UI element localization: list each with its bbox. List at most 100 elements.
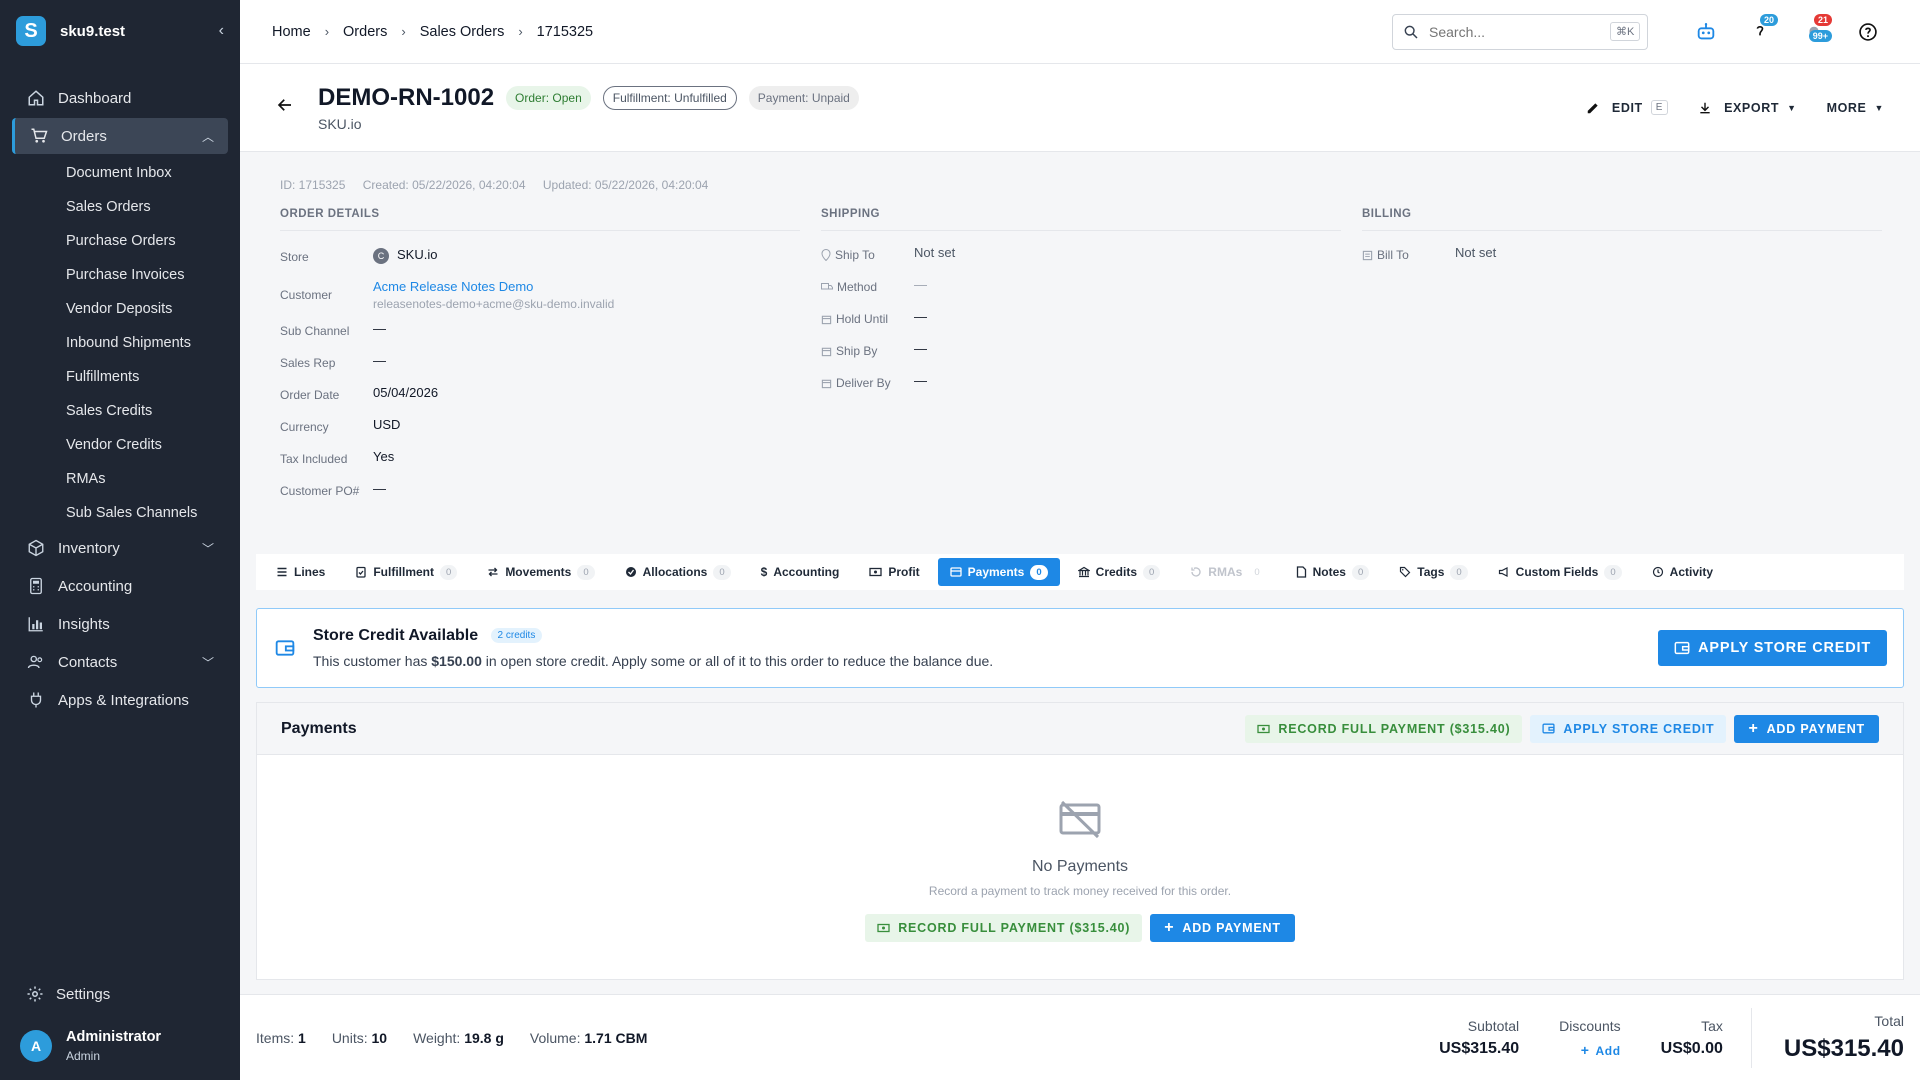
chevron-right-icon: › [324,24,330,39]
subnav-vendor-credits[interactable]: Vendor Credits [0,428,240,462]
chevron-up-icon: ︿ [201,129,214,144]
tab-rmas[interactable]: RMAs 0 [1178,558,1277,586]
breadcrumb-orders[interactable]: Orders [343,24,387,40]
tab-allocations[interactable]: Allocations 0 [613,558,743,586]
subnav-sales-orders[interactable]: Sales Orders [0,190,240,224]
order-date-row: Order Date 05/04/2026 [280,385,800,407]
subnav-rmas[interactable]: RMAs [0,462,240,496]
subnav-fulfillments[interactable]: Fulfillments [0,360,240,394]
tab-count: 0 [1030,564,1048,580]
no-card-icon [1058,799,1102,839]
subnav-document-inbox[interactable]: Document Inbox [0,156,240,190]
sidebar-item-accounting[interactable]: Accounting [0,568,240,604]
back-arrow-icon[interactable] [276,96,294,119]
order-meta: ID: 1715325 Created: 05/22/2026, 04:20:0… [280,178,1880,192]
subnav-sub-sales-channels[interactable]: Sub Sales Channels [0,496,240,530]
subnav-purchase-orders[interactable]: Purchase Orders [0,224,240,258]
empty-record-full-payment-button[interactable]: RECORD FULL PAYMENT ($315.40) [865,914,1143,942]
tab-activity[interactable]: Activity [1640,558,1725,586]
order-updated: Updated: 05/22/2026, 04:20:04 [542,178,709,192]
main-content: DEMO-RN-1002 Order: Open Fulfillment: Un… [240,64,1920,994]
customer-link[interactable]: Acme Release Notes Demo [373,279,614,294]
tab-movements[interactable]: Movements 0 [475,558,606,586]
record-full-payment-button[interactable]: RECORD FULL PAYMENT ($315.40) [1245,714,1523,743]
items-stat: Items: 1 [256,1030,306,1046]
ship-by-row: Ship By — [821,341,1341,363]
empty-add-payment-label: ADD PAYMENT [1182,921,1281,935]
updates-badge: 20 [1759,13,1778,26]
tab-count: 0 [1351,564,1370,580]
tab-accounting[interactable]: $ Accounting [749,558,852,586]
subtotal-label: Subtotal [1467,1017,1520,1034]
sidebar-item-insights[interactable]: Insights [0,606,240,642]
deliver-by-label-wrap: Deliver By [821,373,914,390]
workspace-name[interactable]: sku9.test [60,23,219,40]
plus-icon: + [1748,719,1759,737]
add-discount-button[interactable]: + Add [1559,1042,1620,1058]
breadcrumb-current: 1715325 [536,23,594,40]
sidebar: S sku9.test ‹ Dashboard Orders ︿ Documen… [0,0,240,1080]
method-label-wrap: Method [821,277,914,294]
avatar: A [20,1030,52,1062]
edit-button[interactable]: EDIT E [1586,100,1669,115]
tab-lines[interactable]: Lines [264,558,337,586]
collapse-sidebar-icon[interactable]: ‹ [219,22,224,40]
customer-po-label: Customer PO# [280,484,360,498]
truck-icon [821,282,833,292]
subnav-vendor-deposits[interactable]: Vendor Deposits [0,292,240,326]
tax-value: US$0.00 [1660,1039,1723,1057]
tab-profit[interactable]: Profit [857,558,931,586]
tab-tags[interactable]: Tags 0 [1387,558,1479,586]
help-button[interactable] [1848,12,1888,52]
tab-label: Profit [888,565,920,579]
sidebar-item-settings[interactable]: Settings [0,974,240,1014]
sidebar-item-inventory[interactable]: Inventory ﹀ [0,530,240,566]
tab-payments[interactable]: Payments 0 [937,558,1060,586]
cash-icon [869,566,882,578]
sub-channel-value: — [373,321,386,336]
tab-notes[interactable]: Notes 0 [1284,558,1382,586]
volume-label: Volume: [529,1029,581,1046]
home-icon [26,88,46,108]
ship-to-label: Ship To [835,248,875,262]
ship-to-label-wrap: Ship To [821,245,914,262]
assistant-bot-button[interactable] [1686,12,1726,52]
tab-custom-fields[interactable]: Custom Fields 0 [1486,558,1634,586]
pencil-icon [1586,101,1606,115]
app-logo: S [16,16,46,46]
robot-icon [1695,21,1717,43]
tab-credits[interactable]: Credits 0 [1066,558,1173,586]
hold-until-label: Hold Until [836,312,889,326]
subnav-purchase-invoices[interactable]: Purchase Invoices [0,258,240,292]
breadcrumb-home[interactable]: Home [272,24,311,40]
sidebar-item-orders[interactable]: Orders ︿ [12,118,228,154]
clipboard-check-icon [355,566,367,578]
subnav-sales-credits[interactable]: Sales Credits [0,394,240,428]
updates-button[interactable]: 20 [1740,12,1780,52]
search-box[interactable]: ⌘K [1392,13,1648,50]
search-input[interactable] [1429,23,1610,40]
order-date-label: Order Date [280,388,340,402]
notifications-button[interactable]: 21 99+ [1794,12,1834,52]
user-menu[interactable]: A Administrator Admin [0,1014,240,1080]
tab-fulfillment[interactable]: Fulfillment 0 [343,558,469,586]
sidebar-item-contacts[interactable]: Contacts ﹀ [0,644,240,680]
plus-icon: + [1164,919,1175,936]
sidebar-item-dashboard[interactable]: Dashboard [0,80,240,116]
subnav-inbound-shipments[interactable]: Inbound Shipments [0,326,240,360]
sidebar-item-label: Orders [61,127,107,145]
apply-store-credit-button[interactable]: APPLY STORE CREDIT [1658,630,1887,666]
sidebar-item-label: Inventory [58,539,120,557]
sub-channel-label: Sub Channel [280,324,350,338]
empty-add-payment-button[interactable]: + ADD PAYMENT [1150,914,1295,942]
customer-label: Customer [280,288,333,302]
breadcrumb-sales-orders[interactable]: Sales Orders [420,24,505,40]
customer-po-value: — [373,481,386,496]
currency-value: USD [373,417,401,432]
add-payment-button[interactable]: + ADD PAYMENT [1734,714,1879,743]
more-button[interactable]: MORE ▼ [1827,101,1884,115]
order-details-column: ORDER DETAILS Store C SKU.io Customer Acm… [280,208,800,503]
export-button[interactable]: EXPORT ▼ [1698,101,1797,115]
apply-store-credit-secondary-button[interactable]: APPLY STORE CREDIT [1530,714,1727,743]
sidebar-item-apps-integrations[interactable]: Apps & Integrations [0,682,240,718]
